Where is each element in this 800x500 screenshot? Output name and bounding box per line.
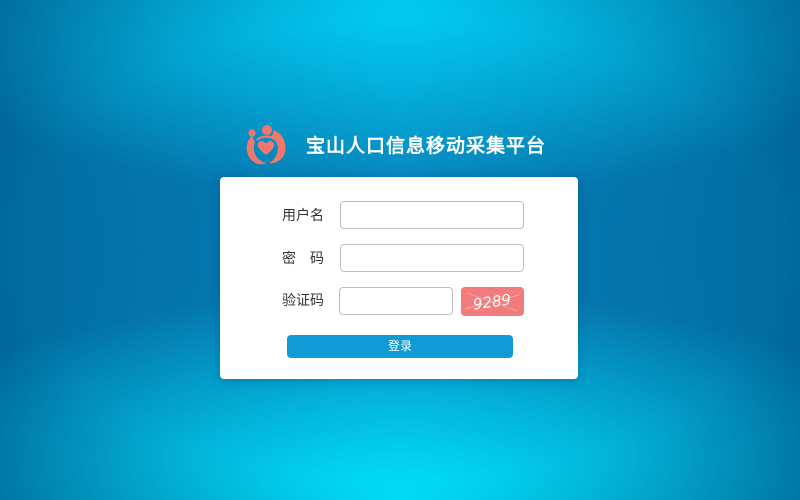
login-button[interactable]: 登录 [287,335,513,358]
family-heart-logo-icon [246,125,286,165]
captcha-label: 验证码 [282,293,324,309]
captcha-image[interactable]: 9289 [461,287,524,316]
password-input[interactable] [340,244,524,272]
brand-header: 宝山人口信息移动采集平台 [242,122,546,166]
captcha-graphic: 9289 [464,290,520,314]
login-panel: 用户名 密码 验证码 9289 登录 [220,177,578,379]
username-input[interactable] [340,201,524,229]
username-label: 用户名 [282,208,324,224]
app-title: 宝山人口信息移动采集平台 [306,134,547,157]
password-label: 密码 [282,251,338,267]
captcha-text: 9289 [472,290,512,313]
captcha-input[interactable] [339,287,453,315]
